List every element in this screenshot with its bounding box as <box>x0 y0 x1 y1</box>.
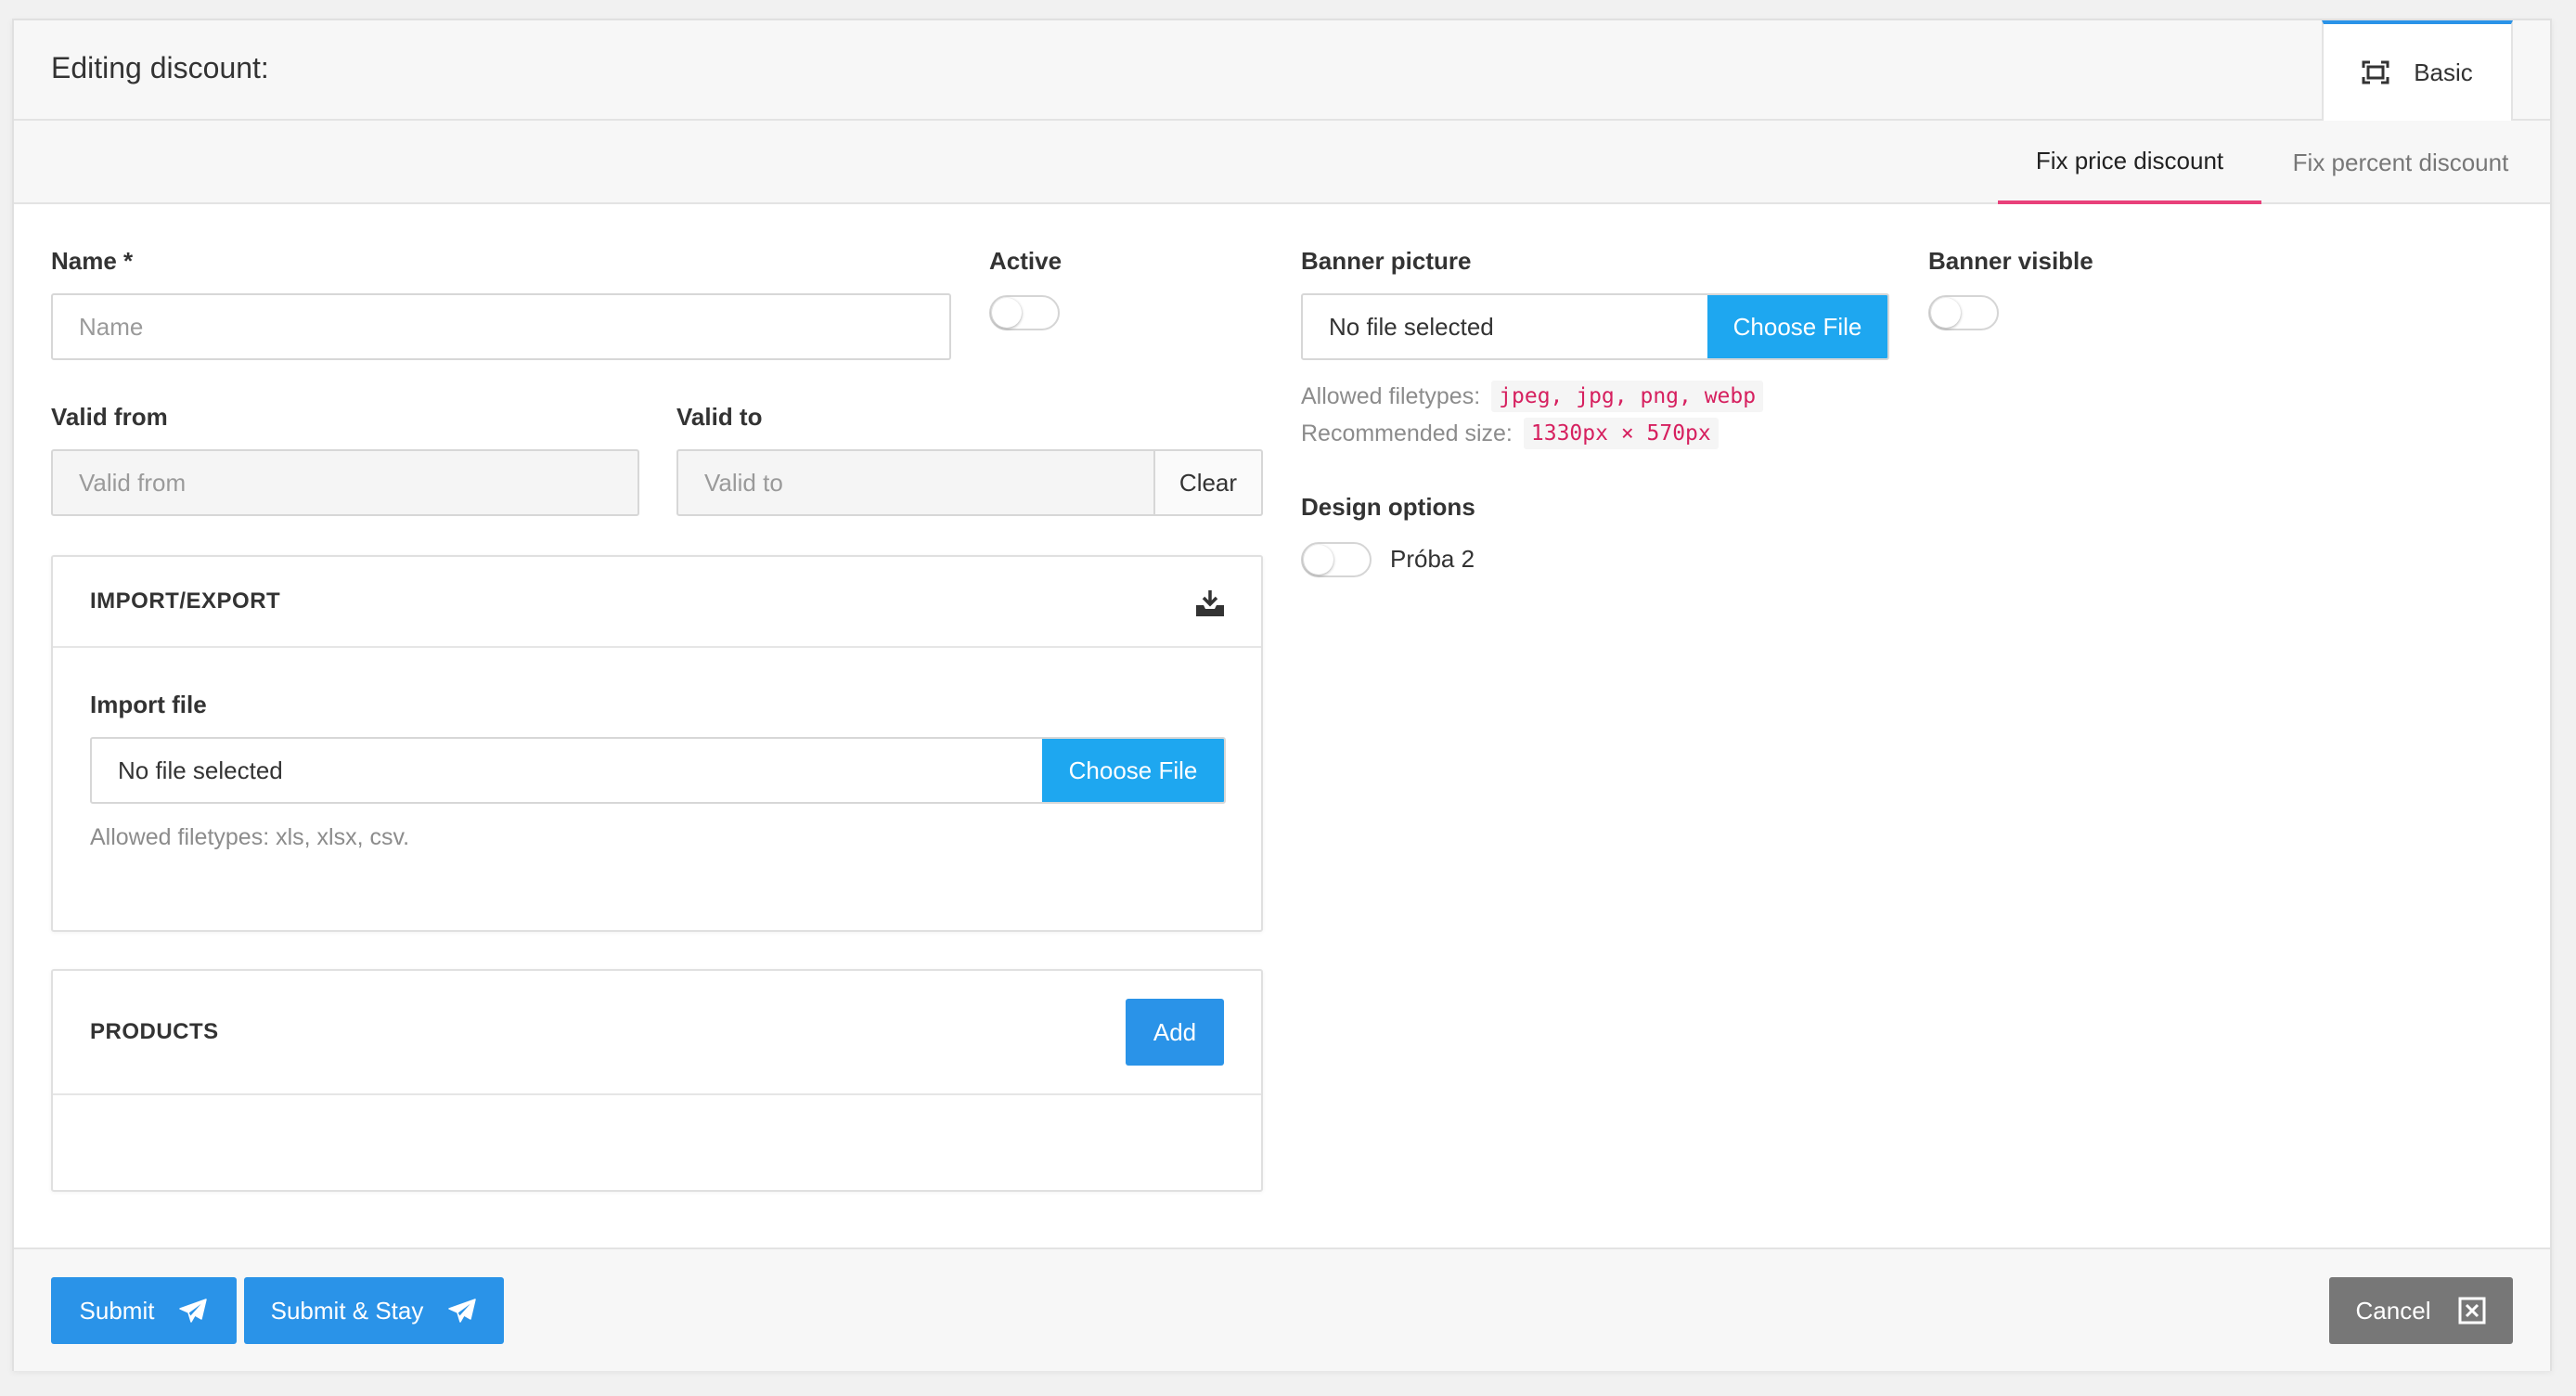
active-label: Active <box>989 247 1063 275</box>
banner-recommended-size: Recommended size: 1330px × 570px <box>1301 418 1719 449</box>
clear-valid-to-button[interactable]: Clear <box>1155 449 1263 516</box>
cancel-button[interactable]: Cancel <box>2329 1277 2513 1344</box>
valid-to-input[interactable] <box>676 449 1155 516</box>
import-file-label: Import file <box>90 691 207 718</box>
import-allowed-filetypes: Allowed filetypes: xls, xlsx, csv. <box>90 824 410 850</box>
import-file-input[interactable]: No file selected Choose File <box>90 737 1226 804</box>
import-export-title: IMPORT/EXPORT <box>90 588 281 614</box>
banner-allowed-filetypes: Allowed filetypes: jpeg, jpg, png, webp <box>1301 381 1764 412</box>
submit-button[interactable]: Submit <box>51 1277 237 1344</box>
paper-plane-icon <box>178 1298 208 1324</box>
banner-picture-label: Banner picture <box>1301 247 1472 275</box>
close-box-icon <box>2458 1297 2486 1325</box>
edit-discount-card: Editing discount: Basic Fix price discou… <box>12 19 2552 1371</box>
import-choose-file-button[interactable]: Choose File <box>1042 739 1224 802</box>
products-header: PRODUCTS Add <box>53 971 1261 1095</box>
tab-fix-percent-discount[interactable]: Fix percent discount <box>2261 121 2540 204</box>
products-title: PRODUCTS <box>90 1019 219 1044</box>
valid-from-input[interactable] <box>51 449 639 516</box>
active-toggle[interactable] <box>989 295 1060 330</box>
download-tray-icon[interactable] <box>1194 588 1226 618</box>
submit-and-stay-label: Submit & Stay <box>270 1296 424 1325</box>
fullscreen-icon <box>2362 60 2389 84</box>
design-options-label: Design options <box>1301 493 1475 521</box>
products-panel: PRODUCTS Add <box>51 969 1263 1192</box>
import-export-panel: IMPORT/EXPORT Import file No file select… <box>51 555 1263 932</box>
banner-choose-file-button[interactable]: Choose File <box>1707 295 1887 358</box>
card-header: Editing discount: Basic <box>14 20 2550 121</box>
paper-plane-icon <box>447 1298 477 1324</box>
banner-picture-file-input[interactable]: No file selected Choose File <box>1301 293 1889 360</box>
submit-label: Submit <box>79 1296 155 1325</box>
add-product-button[interactable]: Add <box>1126 999 1224 1066</box>
tab-basic[interactable]: Basic <box>2322 20 2513 121</box>
name-input[interactable] <box>51 293 951 360</box>
banner-file-name: No file selected <box>1329 312 1494 341</box>
valid-from-label: Valid from <box>51 403 168 431</box>
discount-type-tabs: Fix price discount Fix percent discount <box>14 121 2550 204</box>
banner-size-label: Recommended size: <box>1301 420 1513 446</box>
banner-allowed-label: Allowed filetypes: <box>1301 382 1481 409</box>
page-title: Editing discount: <box>51 51 269 84</box>
banner-allowed-value: jpeg, jpg, png, webp <box>1491 381 1764 412</box>
import-export-header: IMPORT/EXPORT <box>53 557 1261 648</box>
design-option-toggle[interactable] <box>1301 542 1372 577</box>
import-file-name: No file selected <box>118 756 283 784</box>
form-footer: Submit Submit & Stay Cancel <box>14 1247 2550 1371</box>
tab-basic-label: Basic <box>2414 58 2473 86</box>
banner-size-value: 1330px × 570px <box>1523 418 1719 449</box>
cancel-label: Cancel <box>2355 1296 2431 1325</box>
submit-and-stay-button[interactable]: Submit & Stay <box>244 1277 504 1344</box>
tab-fix-price-discount[interactable]: Fix price discount <box>1998 121 2261 204</box>
name-label: Name * <box>51 247 134 275</box>
valid-to-label: Valid to <box>676 403 763 431</box>
design-option-label: Próba 2 <box>1390 545 1475 573</box>
banner-visible-label: Banner visible <box>1928 247 2093 275</box>
banner-visible-toggle[interactable] <box>1928 295 1999 330</box>
